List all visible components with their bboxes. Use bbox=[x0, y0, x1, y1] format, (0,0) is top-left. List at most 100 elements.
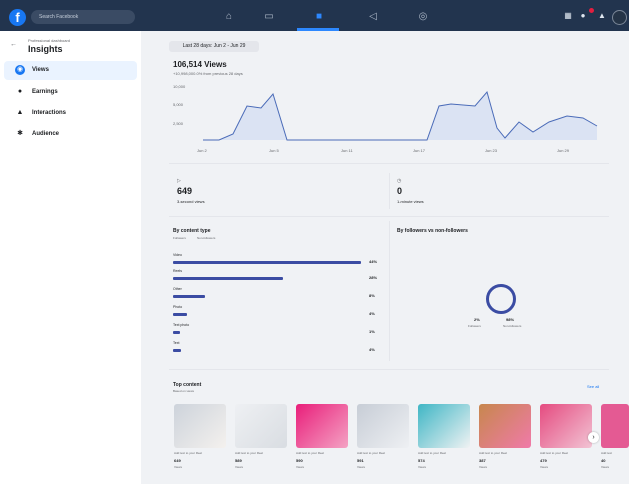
three-second-views-label: 3-second views bbox=[177, 199, 205, 204]
thumbnail-caption: Add text to your Reel bbox=[174, 451, 203, 455]
clock-icon: ◷ bbox=[397, 178, 402, 184]
x-axis-tick: Jun 23 bbox=[485, 148, 498, 153]
bar-percentage: 28% bbox=[369, 275, 378, 280]
search-input[interactable]: Search Facebook bbox=[31, 10, 135, 24]
x-axis-tick: Jun 29 bbox=[557, 148, 570, 153]
bar-percentage: 8% bbox=[369, 293, 375, 298]
thumbnail-label: Views bbox=[235, 465, 243, 469]
thumbnail-label: Views bbox=[479, 465, 487, 469]
back-arrow-icon[interactable]: ← bbox=[10, 41, 17, 48]
bar-label: Photo bbox=[173, 305, 183, 309]
views-area bbox=[203, 92, 597, 140]
x-axis-tick: Jun 17 bbox=[413, 148, 426, 153]
sidebar-item-interactions[interactable]: ▲ Interactions bbox=[4, 104, 137, 123]
content-type-bar bbox=[173, 349, 181, 352]
sidebar-item-views[interactable]: ◉ Views bbox=[4, 61, 137, 80]
thumbnail-views: 591 bbox=[357, 458, 364, 463]
content-type-bar bbox=[173, 261, 361, 264]
top-content-subtitle: Based on views bbox=[173, 389, 195, 393]
followers-donut-chart bbox=[486, 284, 516, 314]
dollar-icon: ● bbox=[17, 88, 23, 95]
content-type-bar bbox=[173, 295, 205, 298]
main-content: Last 28 days: Jun 2 - Jun 29 106,514 Vie… bbox=[141, 31, 629, 484]
bell-icon[interactable]: ▲ bbox=[597, 11, 607, 21]
thumbnail-label: Views bbox=[540, 465, 548, 469]
legend-non-followers: Non-followers bbox=[503, 324, 522, 328]
content-type-title: By content type bbox=[173, 228, 211, 234]
divider bbox=[389, 173, 390, 209]
thumbnail-views: 479 bbox=[540, 458, 547, 463]
non-followers-percentage: 98% bbox=[506, 317, 515, 322]
views-total: 106,514 Views bbox=[173, 60, 227, 69]
top-content-thumbnail[interactable] bbox=[540, 404, 592, 448]
y-axis-tick: 2,500 bbox=[173, 121, 184, 126]
divider bbox=[169, 163, 609, 164]
sidebar: ← Professional dashboard Insights ◉ View… bbox=[0, 31, 141, 484]
profile-avatar[interactable] bbox=[612, 10, 627, 25]
chevron-right-icon[interactable]: › bbox=[588, 432, 599, 443]
sidebar-item-label: Audience bbox=[32, 131, 60, 137]
thumbnail-caption: Add text to your Reel bbox=[357, 451, 386, 455]
thumbnail-views: 574 bbox=[418, 458, 425, 463]
y-axis-tick: 10,000 bbox=[173, 84, 186, 89]
sidebar-item-earnings[interactable]: ● Earnings bbox=[4, 83, 137, 102]
top-content-thumbnail[interactable] bbox=[174, 404, 226, 448]
thumbnail-views: 40 bbox=[601, 458, 606, 463]
bar-label: Video bbox=[173, 253, 182, 257]
messenger-icon[interactable]: ● bbox=[578, 11, 588, 21]
top-content-thumbnail[interactable] bbox=[357, 404, 409, 448]
thumbnail-views: 590 bbox=[296, 458, 303, 463]
bar-label: Other bbox=[173, 287, 182, 291]
notification-badge bbox=[589, 8, 594, 13]
thumbnail-views: 387 bbox=[479, 458, 486, 463]
divider bbox=[169, 216, 609, 217]
breadcrumb[interactable]: Professional dashboard bbox=[28, 38, 70, 43]
top-content-thumbnail[interactable] bbox=[601, 404, 629, 448]
top-content-thumbnail[interactable] bbox=[296, 404, 348, 448]
home-icon[interactable]: ⌂ bbox=[221, 9, 237, 25]
top-navigation-bar: f Search Facebook ⌂ ▭ ■ ◁ ◎ ▦ ● ▲ bbox=[0, 0, 629, 31]
three-second-views-value: 649 bbox=[177, 186, 193, 196]
dashboard-icon[interactable]: ■ bbox=[311, 9, 327, 25]
thumbnail-caption: Add text to your Reel bbox=[479, 451, 508, 455]
thumbnail-views: 649 bbox=[174, 458, 181, 463]
bar-percentage: 4% bbox=[369, 311, 375, 316]
top-content-thumbnail[interactable] bbox=[418, 404, 470, 448]
views-line-chart bbox=[203, 90, 598, 141]
content-type-bar bbox=[173, 277, 283, 280]
followers-percentage: 2% bbox=[474, 317, 480, 322]
x-axis-tick: Jun 2 bbox=[197, 148, 207, 153]
video-icon[interactable]: ▭ bbox=[261, 9, 277, 25]
thumbnail-label: Views bbox=[174, 465, 182, 469]
views-change: +10,998,000.0% from previous 28 days bbox=[173, 71, 243, 76]
divider bbox=[169, 369, 609, 370]
y-axis-tick: 5,000 bbox=[173, 102, 184, 107]
thumbnail-views: 589 bbox=[235, 458, 242, 463]
megaphone-icon[interactable]: ◁ bbox=[365, 9, 381, 25]
groups-icon[interactable]: ◎ bbox=[415, 9, 431, 25]
followers-title: By followers vs non-followers bbox=[397, 228, 468, 234]
content-type-bar bbox=[173, 313, 187, 316]
bar-label: Text bbox=[173, 341, 180, 345]
top-content-thumbnail[interactable] bbox=[235, 404, 287, 448]
page-title: Insights bbox=[28, 44, 63, 54]
thumbnail-caption: Add text to your Reel bbox=[235, 451, 264, 455]
date-range-selector[interactable]: Last 28 days: Jun 2 - Jun 29 bbox=[169, 41, 259, 52]
top-content-thumbnail[interactable] bbox=[479, 404, 531, 448]
thumbnail-caption: Add text to your Reel bbox=[296, 451, 325, 455]
facebook-logo[interactable]: f bbox=[9, 9, 26, 26]
menu-grid-icon[interactable]: ▦ bbox=[563, 11, 573, 21]
see-all-link[interactable]: See all bbox=[587, 384, 599, 389]
bar-label: Text photo bbox=[173, 323, 190, 327]
one-minute-views-value: 0 bbox=[397, 186, 403, 196]
sidebar-item-label: Interactions bbox=[32, 110, 67, 116]
legend-followers: Followers bbox=[468, 324, 481, 328]
thumbnail-label: Views bbox=[418, 465, 426, 469]
x-axis-tick: Jun 11 bbox=[341, 148, 353, 153]
eye-icon: ◉ bbox=[15, 65, 25, 75]
legend-non-followers: Non-followers bbox=[197, 236, 216, 240]
thumbnail-caption: Add text to your Reel bbox=[540, 451, 569, 455]
sidebar-item-audience[interactable]: ✱ Audience bbox=[4, 125, 137, 144]
people-icon: ✱ bbox=[17, 130, 23, 137]
thumbnail-caption: Add text bbox=[601, 451, 613, 455]
